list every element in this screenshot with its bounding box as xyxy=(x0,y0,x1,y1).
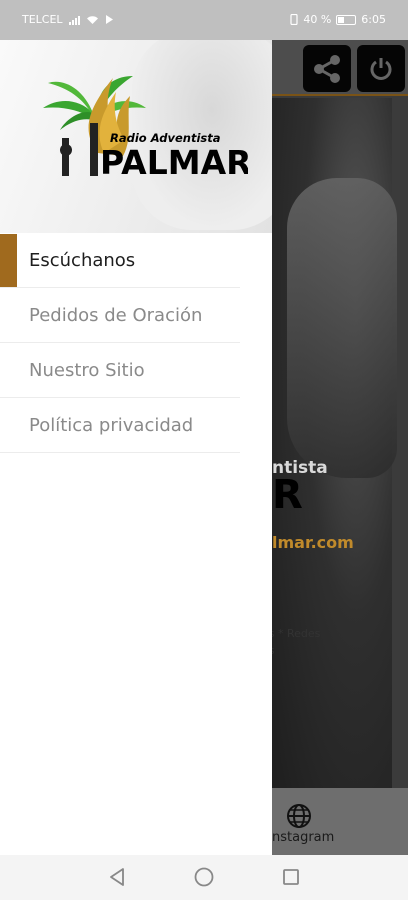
navigation-drawer: Radio Adventista PALMAR Escúchanos Pedid… xyxy=(0,40,272,855)
menu-item-escuchanos[interactable]: Escúchanos xyxy=(0,233,240,288)
carrier-label: TELCEL xyxy=(22,13,63,26)
menu-item-pedidos-de-oracion[interactable]: Pedidos de Oración xyxy=(0,288,240,343)
signal-icon xyxy=(68,15,80,25)
share-button[interactable] xyxy=(303,45,351,92)
wifi-icon xyxy=(86,15,98,24)
status-bar: TELCEL 40 % 6:05 xyxy=(0,0,408,40)
drawer-menu: Escúchanos Pedidos de Oración Nuestro Si… xyxy=(0,233,272,453)
logo-line2: PALMAR xyxy=(100,143,248,178)
menu-item-label: Nuestro Sitio xyxy=(29,359,145,381)
praying-hands-photo xyxy=(272,98,397,788)
instagram-tab-label: nstagram xyxy=(272,830,335,845)
background-bottom-nav: nstagram xyxy=(272,788,408,855)
radio-palmar-logo: Radio Adventista PALMAR xyxy=(43,76,248,178)
battery-icon xyxy=(336,14,357,25)
status-right: 40 % 6:05 xyxy=(290,13,386,26)
battery-percent: 40 % xyxy=(303,13,332,26)
share-icon xyxy=(314,54,340,83)
menu-item-label: Escúchanos xyxy=(29,249,136,271)
status-left: TELCEL xyxy=(22,13,113,26)
power-button[interactable] xyxy=(357,45,405,92)
drawer-header: Radio Adventista PALMAR xyxy=(0,40,272,233)
globe-icon xyxy=(287,804,311,828)
power-icon xyxy=(370,57,392,80)
menu-item-nuestro-sitio[interactable]: Nuestro Sitio xyxy=(0,343,240,398)
clock: 6:05 xyxy=(361,13,386,26)
background-website-link: lmar.com xyxy=(272,533,354,552)
menu-item-politica-privacidad[interactable]: Política privacidad xyxy=(0,398,240,453)
vibrate-icon xyxy=(290,14,298,25)
background-app-toolbar xyxy=(272,40,408,96)
background-description: es * Redesos xyxy=(262,627,321,657)
menu-item-label: Política privacidad xyxy=(29,414,194,436)
active-indicator xyxy=(0,234,17,287)
play-icon xyxy=(105,15,113,24)
recents-icon[interactable] xyxy=(282,867,300,887)
home-icon[interactable] xyxy=(194,867,214,887)
system-nav-bar xyxy=(0,855,408,900)
menu-item-label: Pedidos de Oración xyxy=(29,304,203,326)
background-logo-line2: R xyxy=(272,472,303,518)
back-icon[interactable] xyxy=(108,867,126,887)
